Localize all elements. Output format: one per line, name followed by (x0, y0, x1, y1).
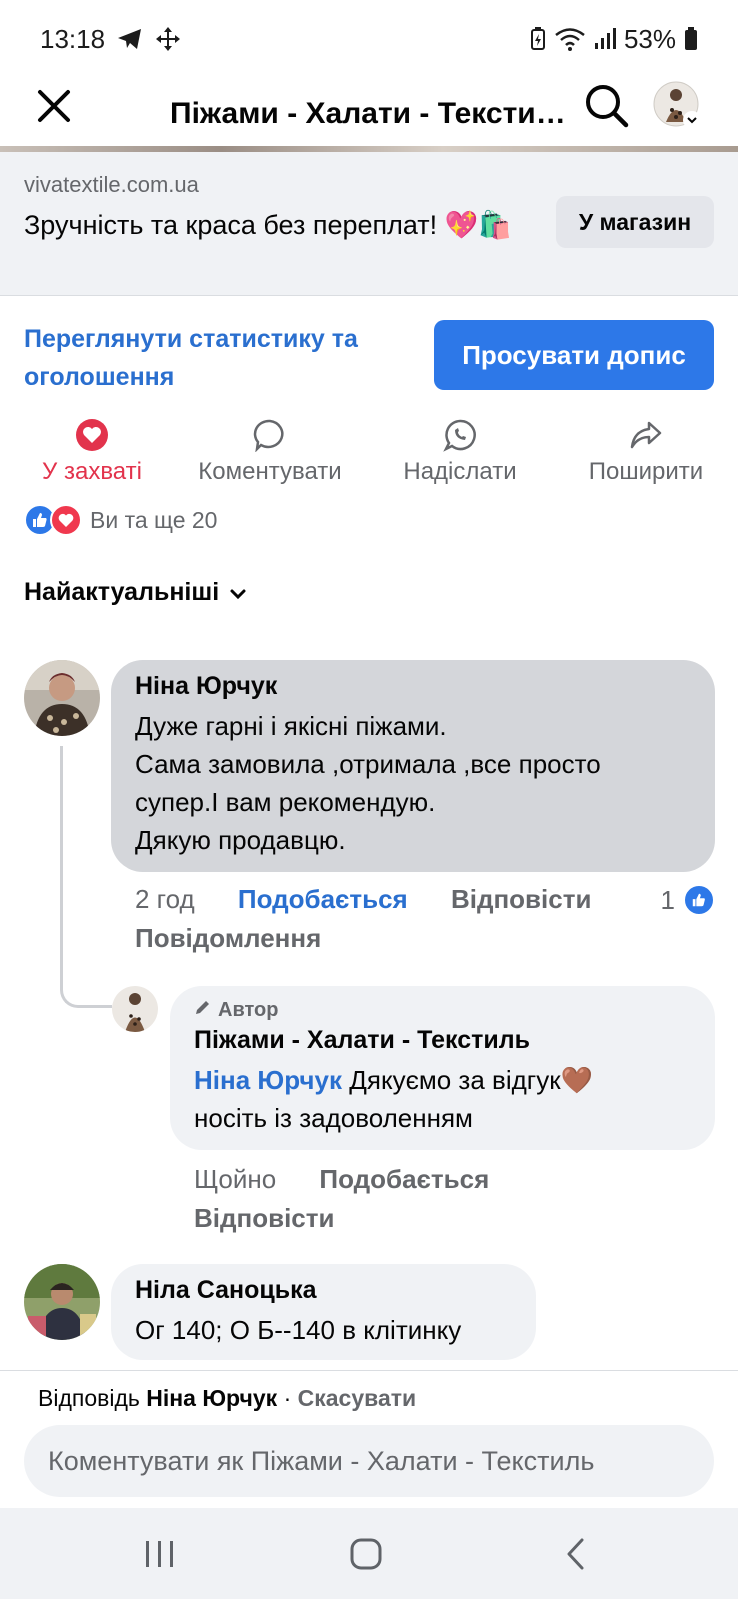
move-icon (155, 26, 181, 52)
comment-time: 2 год (135, 884, 195, 914)
signal-icon (594, 28, 616, 50)
comment-bubble[interactable]: Ніна Юрчук Дуже гарні і якісні піжами. С… (111, 660, 715, 872)
comment-reply-button[interactable]: Відповісти (451, 884, 591, 914)
shop-now-button[interactable]: У магазин (556, 196, 714, 248)
wifi-icon (554, 27, 586, 51)
comment-text: Дуже гарні і якісні піжами. Сама замовил… (135, 711, 601, 855)
replying-to-prefix: Відповідь (38, 1385, 140, 1411)
author-badge-label: Автор (218, 998, 279, 1021)
close-icon[interactable] (34, 86, 74, 126)
boost-post-button[interactable]: Просувати допис (434, 320, 714, 390)
comment-author[interactable]: Ніла Саноцька (135, 1276, 512, 1305)
like-reaction-icon (683, 884, 715, 916)
link-preview[interactable]: vivatextile.com.ua Зручність та краса бе… (0, 152, 738, 296)
commenter-avatar[interactable] (24, 1264, 100, 1340)
comment-icon (253, 418, 287, 453)
author-badge: Автор (194, 998, 691, 1022)
react-love-button[interactable]: У захваті (0, 418, 184, 486)
page-avatar[interactable] (112, 986, 158, 1032)
commenter-avatar[interactable] (24, 660, 100, 736)
battery-percent: 53% (623, 23, 676, 54)
system-nav-bar (0, 1508, 738, 1599)
replying-to: Відповідь Ніна Юрчук · Скасувати (38, 1385, 416, 1412)
app-bar: Піжами - Халати - Текстиль (0, 78, 738, 150)
comment-reaction-count[interactable]: 1 (661, 884, 715, 916)
reply-reply-button[interactable]: Відповісти (194, 1203, 694, 1234)
share-label: Поширити (588, 458, 704, 485)
comment-message-button[interactable]: Повідомлення (135, 923, 715, 954)
battery-saver-icon (530, 27, 546, 51)
reply-meta: Щойно Подобається Відповісти (194, 1164, 694, 1234)
reply-like-button[interactable]: Подобається (319, 1164, 489, 1194)
comment-like-button[interactable]: Подобається (238, 884, 408, 914)
reply-author[interactable]: Піжами - Халати - Текстиль (194, 1026, 691, 1055)
comment-input[interactable] (24, 1425, 714, 1497)
react-label: У захваті (42, 458, 142, 485)
send-whatsapp-button[interactable]: Надіслати (368, 418, 552, 486)
status-time: 13:18 (40, 23, 106, 54)
link-domain: vivatextile.com.ua (24, 172, 199, 197)
comment-meta: 2 год Подобається Відповісти 1 Повідомле… (135, 884, 715, 954)
telegram-icon (117, 28, 143, 50)
recent-apps-icon[interactable] (140, 1534, 180, 1574)
search-icon[interactable] (583, 82, 631, 130)
comment-sort-dropdown[interactable]: Найактуальніші (24, 578, 247, 607)
share-icon (629, 418, 663, 452)
comment-bubble[interactable]: Ніла Саноцька Ог 140; О Б--140 в клітинк… (111, 1264, 536, 1360)
chevron-down-icon (229, 578, 247, 607)
comment-label: Коментувати (198, 458, 342, 485)
battery-icon (684, 27, 698, 51)
post-actions: У захваті Коментувати Надіслати Поширити (0, 418, 738, 488)
view-insights-link[interactable]: Переглянути статистику та оголошення (24, 320, 424, 396)
comment-button[interactable]: Коментувати (178, 418, 362, 486)
reaction-count-text: Ви та ще 20 (90, 506, 218, 533)
reply-thread-line (60, 746, 112, 1008)
replying-to-name: Ніна Юрчук (146, 1385, 278, 1411)
pencil-icon (194, 998, 212, 1022)
reaction-summary[interactable]: Ви та ще 20 (24, 502, 217, 538)
back-icon[interactable] (556, 1534, 596, 1574)
comment-composer: Відповідь Ніна Юрчук · Скасувати (0, 1370, 738, 1497)
share-button[interactable]: Поширити (554, 418, 738, 486)
send-label: Надіслати (403, 458, 517, 485)
cancel-reply-button[interactable]: Скасувати (298, 1385, 417, 1411)
page-title: Піжами - Халати - Текстиль (170, 97, 570, 130)
heart-icon (75, 418, 109, 452)
love-reaction-icon (50, 504, 82, 536)
comment-author[interactable]: Ніна Юрчук (135, 672, 691, 701)
promote-row: Переглянути статистику та оголошення Про… (0, 316, 738, 396)
whatsapp-icon (443, 418, 477, 452)
status-bar: 13:18 53% (0, 0, 738, 78)
profile-switcher[interactable] (652, 80, 702, 130)
like-count: 1 (660, 884, 675, 915)
separator: · (277, 1385, 298, 1411)
comment-text: Ог 140; О Б--140 в клітинку (135, 1315, 462, 1345)
reply-time: Щойно (194, 1164, 277, 1194)
mention-link[interactable]: Ніна Юрчук (194, 1065, 342, 1095)
sort-label: Найактуальніші (24, 578, 220, 606)
reply-text: Ніна Юрчук Дякуємо за відгук🤎 носіть із … (194, 1061, 691, 1137)
home-icon[interactable] (346, 1534, 386, 1574)
reply-bubble[interactable]: Автор Піжами - Халати - Текстиль Ніна Юр… (170, 986, 715, 1150)
link-headline: Зручність та краса без переплат! 💖🛍️ (24, 210, 512, 240)
